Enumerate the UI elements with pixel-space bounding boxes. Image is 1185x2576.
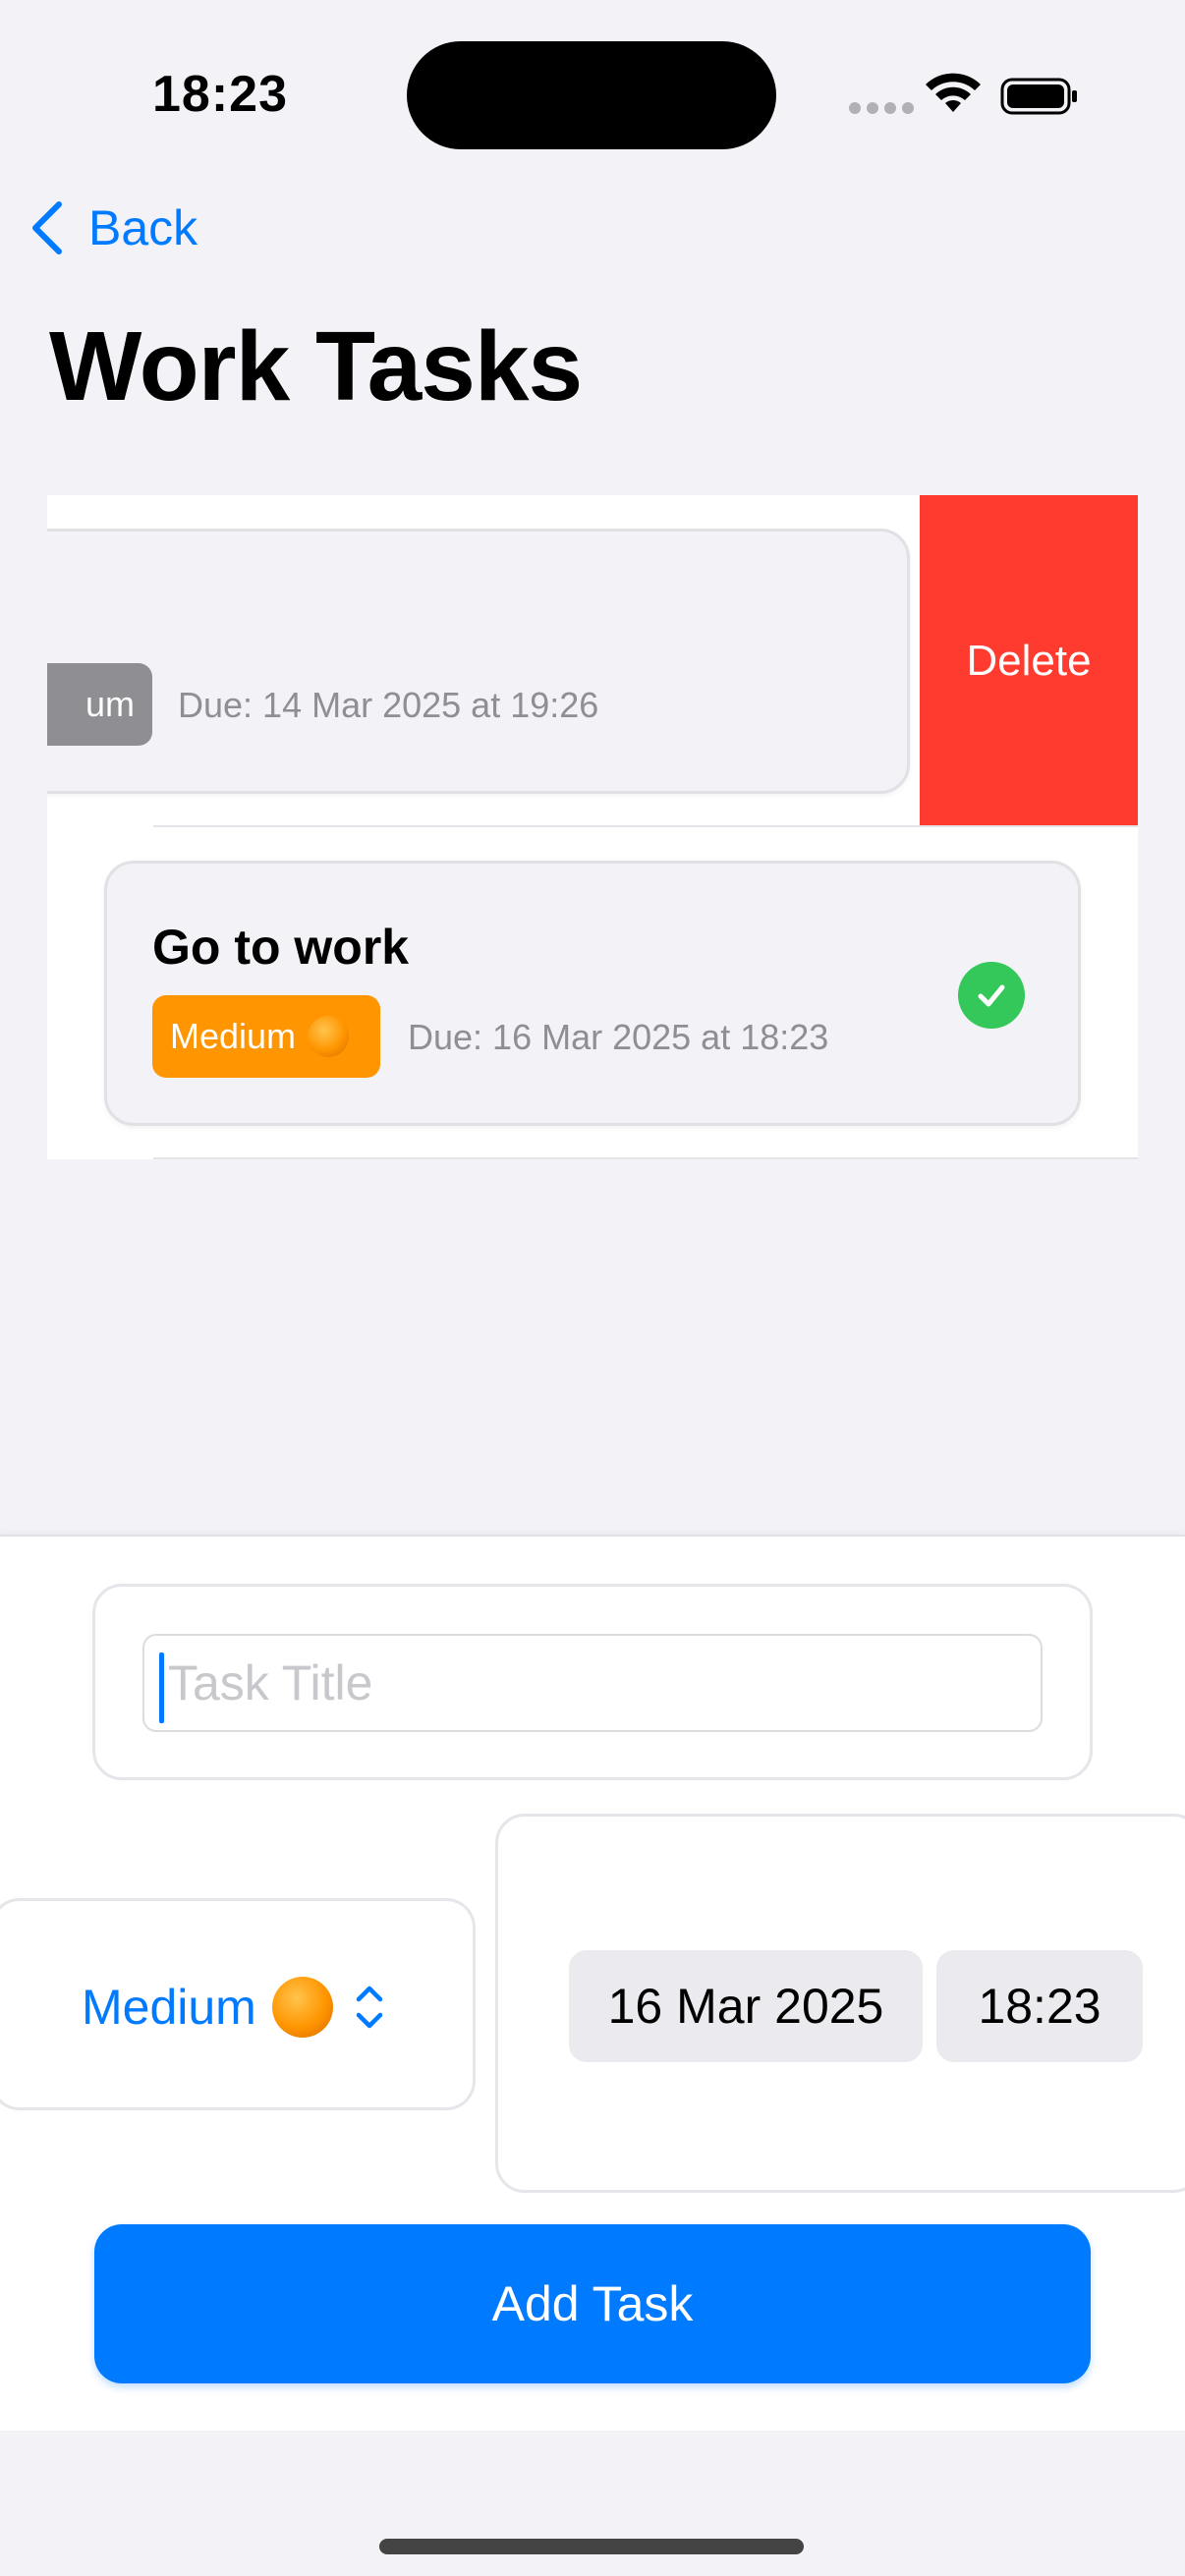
dynamic-island [407, 41, 776, 149]
add-task-form: Medium 16 Mar 2025 18:23 Add Task [0, 1535, 1185, 2431]
chevron-up-down-icon [356, 1986, 383, 2029]
signal-dots-icon [849, 102, 914, 114]
orange-circle-icon [271, 1977, 333, 2038]
add-task-button[interactable]: Add Task [94, 2224, 1091, 2383]
task-card[interactable]: a um Due: 14 Mar 2025 at 19:26 [47, 529, 910, 794]
task-card[interactable]: Go to work Medium Due: 16 Mar 2025 at 18… [104, 861, 1081, 1126]
orange-circle-icon [308, 1016, 350, 1057]
due-date-card: 16 Mar 2025 18:23 [495, 1814, 1185, 2193]
wifi-icon [926, 73, 981, 112]
task-due-date: Due: 14 Mar 2025 at 19:26 [178, 685, 599, 725]
task-title-input[interactable] [142, 1634, 1043, 1732]
divider [153, 1157, 1138, 1159]
back-button[interactable]: Back [26, 198, 198, 257]
title-card [92, 1584, 1093, 1780]
battery-icon [1000, 78, 1077, 115]
priority-badge: Medium [152, 995, 380, 1078]
status-time: 18:23 [152, 66, 288, 123]
priority-badge: um [47, 663, 152, 746]
task-title: Go to work [152, 920, 410, 975]
chevron-left-icon [32, 201, 62, 254]
completed-check-icon[interactable] [958, 962, 1025, 1029]
page-title: Work Tasks [49, 311, 583, 421]
task-due-date: Due: 16 Mar 2025 at 18:23 [408, 1017, 829, 1057]
priority-picker-label: Medium [82, 1980, 256, 2035]
delete-button[interactable]: Delete [920, 495, 1138, 827]
date-picker[interactable]: 16 Mar 2025 [569, 1950, 923, 2062]
priority-card: Medium [0, 1898, 476, 2110]
back-label: Back [88, 200, 198, 255]
screen: 18:23 Back Work Tasks a um Due: 14 Mar 2… [0, 0, 1185, 2576]
home-indicator[interactable] [379, 2539, 804, 2554]
priority-picker[interactable]: Medium [82, 1901, 386, 2113]
list-item[interactable]: Go to work Medium Due: 16 Mar 2025 at 18… [47, 827, 1138, 1159]
time-picker[interactable]: 18:23 [936, 1950, 1143, 2062]
list-item[interactable]: a um Due: 14 Mar 2025 at 19:26 Delete [47, 495, 1138, 827]
text-cursor [159, 1652, 164, 1723]
task-list: a um Due: 14 Mar 2025 at 19:26 Delete Go… [47, 495, 1138, 1159]
